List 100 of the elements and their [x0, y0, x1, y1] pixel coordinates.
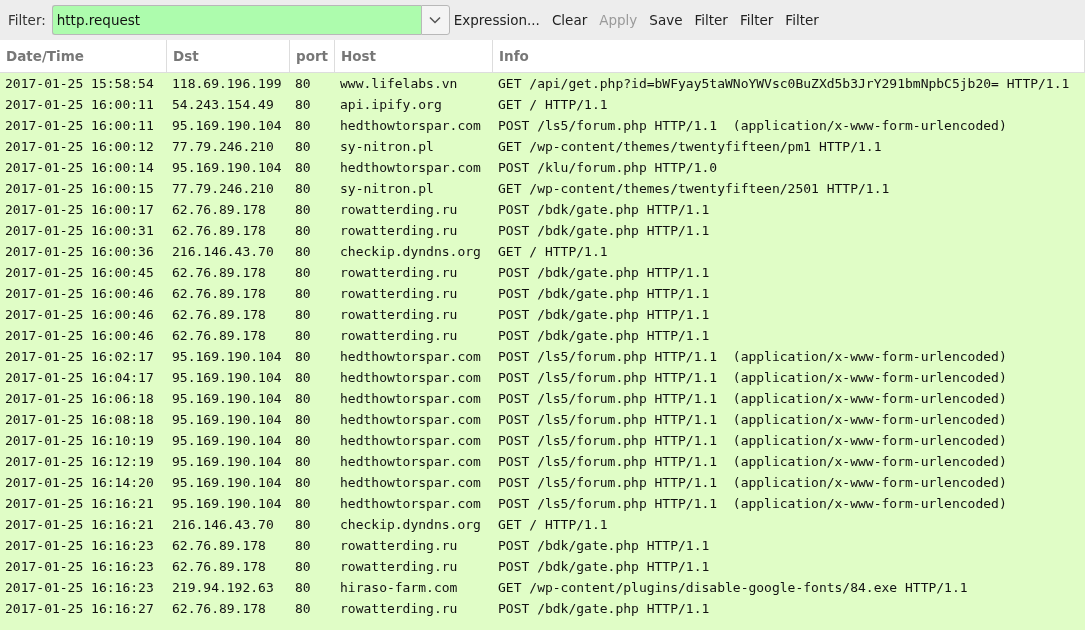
- table-cell-text: api.ipify.org: [339, 97, 443, 112]
- table-cell-text: 80: [294, 76, 312, 91]
- packet-row[interactable]: 2017-01-25 16:00:17 62.76.89.178 80 rowatterding.ru POST /bdk/gate.php HTTP/1.1: [0, 199, 1085, 220]
- toolbar-button[interactable]: Save: [645, 5, 691, 35]
- table-cell-text: 2017-01-25 16:16:23: [4, 580, 155, 595]
- table-cell-text: checkip.dyndns.org: [339, 517, 482, 532]
- table-cell-text: sy-nitron.pl: [339, 181, 435, 196]
- table-cell-text: 2017-01-25 16:06:18: [4, 391, 155, 406]
- table-cell-text: 2017-01-25 16:16:27: [4, 601, 155, 616]
- table-cell-text: POST /ls5/forum.php HTTP/1.1 (application/x-www-form-urlencoded): [497, 496, 1008, 511]
- packet-row[interactable]: 2017-01-25 16:00:15 77.79.246.210 80 sy-nitron.pl GET /wp-content/themes/twentyfifteen/2501 HTTP/1.1: [0, 178, 1085, 199]
- packet-row[interactable]: 2017-01-25 16:16:23 219.94.192.63 80 hiraso-farm.com GET /wp-content/plugins/disable-google-fonts/84.exe HTTP/1.1: [0, 577, 1085, 598]
- table-cell-text: 95.169.190.104: [171, 160, 283, 175]
- column-header[interactable]: Dst: [167, 40, 290, 72]
- packet-row[interactable]: 2017-01-25 16:00:36 216.146.43.70 80 checkip.dyndns.org GET / HTTP/1.1: [0, 241, 1085, 262]
- table-cell-text: rowatterding.ru: [339, 286, 459, 301]
- table-cell-text: 2017-01-25 16:16:23: [4, 559, 155, 574]
- table-cell-text: 2017-01-25 16:00:15: [4, 181, 155, 196]
- table-cell-text: 216.146.43.70: [171, 517, 275, 532]
- table-cell-text: POST /ls5/forum.php HTTP/1.1 (application/x-www-form-urlencoded): [497, 412, 1008, 427]
- packet-row[interactable]: 2017-01-25 16:08:18 95.169.190.104 80 hedthowtorspar.com POST /ls5/forum.php HTTP/1.1 (application/x-www-form-urlencoded): [0, 409, 1085, 430]
- table-cell-text: hedthowtorspar.com: [339, 412, 482, 427]
- table-cell-text: 62.76.89.178: [171, 538, 267, 553]
- table-cell-text: hedthowtorspar.com: [339, 433, 482, 448]
- packet-row[interactable]: 2017-01-25 16:00:11 95.169.190.104 80 hedthowtorspar.com POST /ls5/forum.php HTTP/1.1 (application/x-www-form-urlencoded): [0, 115, 1085, 136]
- table-cell-text: 62.76.89.178: [171, 307, 267, 322]
- table-cell-text: 62.76.89.178: [171, 559, 267, 574]
- dropdown-button[interactable]: [420, 5, 450, 35]
- toolbar-button[interactable]: Clear: [547, 5, 596, 35]
- packet-row[interactable]: 2017-01-25 16:00:46 62.76.89.178 80 rowatterding.ru POST /bdk/gate.php HTTP/1.1: [0, 325, 1085, 346]
- table-cell-text: 80: [294, 517, 312, 532]
- packet-row[interactable]: 2017-01-25 16:00:14 95.169.190.104 80 hedthowtorspar.com POST /klu/forum.php HTTP/1.0: [0, 157, 1085, 178]
- table-cell-text: 95.169.190.104: [171, 391, 283, 406]
- table-cell-text: 80: [294, 286, 312, 301]
- table-cell-text: 80: [294, 244, 312, 259]
- column-header[interactable]: Date/Time: [0, 40, 167, 72]
- table-cell-text: 62.76.89.178: [171, 202, 267, 217]
- toolbar-button[interactable]: Expression...: [449, 5, 548, 35]
- table-cell-text: 2017-01-25 16:00:45: [4, 265, 155, 280]
- packet-row[interactable]: 2017-01-25 16:02:17 95.169.190.104 80 hedthowtorspar.com POST /ls5/forum.php HTTP/1.1 (application/x-www-form-urlencoded): [0, 346, 1085, 367]
- toolbar-button[interactable]: Filter: [735, 5, 782, 35]
- packet-row[interactable]: 2017-01-25 16:14:20 95.169.190.104 80 hedthowtorspar.com POST /ls5/forum.php HTTP/1.1 (application/x-www-form-urlencoded): [0, 472, 1085, 493]
- packet-row[interactable]: 2017-01-25 16:16:21 216.146.43.70 80 checkip.dyndns.org GET / HTTP/1.1: [0, 514, 1085, 535]
- table-cell-text: rowatterding.ru: [339, 223, 459, 238]
- packet-row[interactable]: 2017-01-25 16:00:12 77.79.246.210 80 sy-nitron.pl GET /wp-content/themes/twentyfifteen/pm1 HTTP/1.1: [0, 136, 1085, 157]
- table-cell-text: hedthowtorspar.com: [339, 349, 482, 364]
- table-cell-text: POST /ls5/forum.php HTTP/1.1 (application/x-www-form-urlencoded): [497, 433, 1008, 448]
- packet-row[interactable]: 2017-01-25 16:00:31 62.76.89.178 80 rowatterding.ru POST /bdk/gate.php HTTP/1.1: [0, 220, 1085, 241]
- packet-row[interactable]: 2017-01-25 16:00:46 62.76.89.178 80 rowatterding.ru POST /bdk/gate.php HTTP/1.1: [0, 304, 1085, 325]
- packet-row[interactable]: 2017-01-25 15:58:54 118.69.196.199 80 www.lifelabs.vn GET /api/get.php?id=bWFyay5taWNoYWVsc0BuZXd5b3JrY291bmNpbC5jb20= HTTP/1.1: [0, 73, 1085, 94]
- table-cell-text: hiraso-farm.com: [339, 580, 459, 595]
- table-cell-text: 80: [294, 496, 312, 511]
- packet-row[interactable]: 2017-01-25 16:12:19 95.169.190.104 80 hedthowtorspar.com POST /ls5/forum.php HTTP/1.1 (application/x-www-form-urlencoded): [0, 451, 1085, 472]
- table-cell-text: POST /bdk/gate.php HTTP/1.1: [497, 538, 711, 553]
- table-cell-text: 2017-01-25 16:14:20: [4, 475, 155, 490]
- table-cell-text: rowatterding.ru: [339, 265, 459, 280]
- table-cell-text: 80: [294, 391, 312, 406]
- table-cell-text: 80: [294, 601, 312, 616]
- table-cell-text: 80: [294, 349, 312, 364]
- packet-row[interactable]: 2017-01-25 16:16:21 95.169.190.104 80 hedthowtorspar.com POST /ls5/forum.php HTTP/1.1 (application/x-www-form-urlencoded): [0, 493, 1085, 514]
- table-cell-text: POST /bdk/gate.php HTTP/1.1: [497, 307, 711, 322]
- table-cell-text: 77.79.246.210: [171, 181, 275, 196]
- table-cell-text: hedthowtorspar.com: [339, 118, 482, 133]
- table-cell-text: 2017-01-25 15:58:54: [4, 76, 155, 91]
- table-cell-text: 95.169.190.104: [171, 118, 283, 133]
- toolbar-button[interactable]: Filter: [690, 5, 736, 35]
- table-cell-text: 2017-01-25 16:16:23: [4, 538, 155, 553]
- table-cell-text: 95.169.190.104: [171, 475, 283, 490]
- column-header[interactable]: Host: [335, 40, 493, 72]
- table-cell-text: rowatterding.ru: [339, 538, 459, 553]
- table-cell-text: hedthowtorspar.com: [339, 454, 482, 469]
- packet-row[interactable]: 2017-01-25 16:16:23 62.76.89.178 80 rowatterding.ru POST /bdk/gate.php HTTP/1.1: [0, 535, 1085, 556]
- table-cell-text: 80: [294, 202, 312, 217]
- table-cell-text: hedthowtorspar.com: [339, 160, 482, 175]
- packet-row[interactable]: 2017-01-25 16:16:23 62.76.89.178 80 rowatterding.ru POST /bdk/gate.php HTTP/1.1: [0, 556, 1085, 577]
- table-cell-text: 2017-01-25 16:00:14: [4, 160, 155, 175]
- table-cell-text: POST /bdk/gate.php HTTP/1.1: [497, 202, 711, 217]
- toolbar-button[interactable]: Filter: [781, 5, 827, 35]
- table-cell-text: 95.169.190.104: [171, 370, 283, 385]
- column-header[interactable]: port: [290, 40, 335, 72]
- table-cell-text: 95.169.190.104: [171, 433, 283, 448]
- column-header[interactable]: Info: [493, 40, 1085, 72]
- filter-field[interactable]: http.request: [51, 5, 421, 35]
- packet-row[interactable]: 2017-01-25 16:00:46 62.76.89.178 80 rowatterding.ru POST /bdk/gate.php HTTP/1.1: [0, 283, 1085, 304]
- packet-row[interactable]: 2017-01-25 16:04:17 95.169.190.104 80 hedthowtorspar.com POST /ls5/forum.php HTTP/1.1 (application/x-www-form-urlencoded): [0, 367, 1085, 388]
- table-cell-text: POST /bdk/gate.php HTTP/1.1: [497, 601, 711, 616]
- packet-row[interactable]: 2017-01-25 16:00:45 62.76.89.178 80 rowatterding.ru POST /bdk/gate.php HTTP/1.1: [0, 262, 1085, 283]
- table-cell-text: rowatterding.ru: [339, 601, 459, 616]
- table-cell-text: 216.146.43.70: [171, 244, 275, 259]
- packet-row[interactable]: 2017-01-25 16:10:19 95.169.190.104 80 hedthowtorspar.com POST /ls5/forum.php HTTP/1.1 (application/x-www-form-urlencoded): [0, 430, 1085, 451]
- table-cell-text: POST /bdk/gate.php HTTP/1.1: [497, 286, 711, 301]
- table-cell-text: 2017-01-25 16:16:21: [4, 496, 155, 511]
- table-cell-text: GET / HTTP/1.1: [497, 244, 609, 259]
- packet-row[interactable]: 2017-01-25 16:00:11 54.243.154.49 80 api.ipify.org GET / HTTP/1.1: [0, 94, 1085, 115]
- packet-row[interactable]: 2017-01-25 16:16:27 62.76.89.178 80 rowatterding.ru POST /bdk/gate.php HTTP/1.1: [0, 598, 1085, 619]
- table-cell-text: 118.69.196.199: [171, 76, 283, 91]
- packet-row[interactable]: 2017-01-25 16:06:18 95.169.190.104 80 hedthowtorspar.com POST /ls5/forum.php HTTP/1.1 (application/x-www-form-urlencoded): [0, 388, 1085, 409]
- table-cell-text: 95.169.190.104: [171, 454, 283, 469]
- table-cell-text: 2017-01-25 16:04:17: [4, 370, 155, 385]
- table-cell-text: POST /ls5/forum.php HTTP/1.1 (application/x-www-form-urlencoded): [497, 370, 1008, 385]
